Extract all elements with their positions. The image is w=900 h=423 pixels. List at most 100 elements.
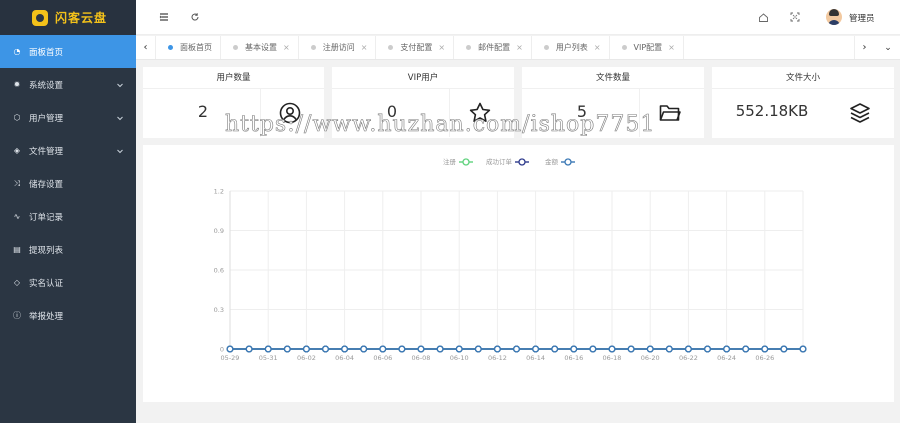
tab-label: 基本设置 (245, 43, 277, 52)
chevron-down-icon (116, 147, 124, 158)
data-point (513, 345, 520, 353)
sidebar-item-label: 储存设置 (29, 179, 64, 190)
sidebar-item[interactable]: ⬡ 用户管理 (0, 101, 136, 134)
menu-toggle-icon[interactable] (158, 11, 170, 23)
data-point (627, 345, 635, 353)
data-point (684, 345, 692, 353)
tab[interactable]: 基本设置 × (221, 36, 299, 59)
admin-name[interactable]: 管理员 (849, 12, 875, 24)
x-tick-label: 06-24 (717, 354, 736, 362)
shield-icon: ◇ (13, 277, 21, 287)
data-point (455, 345, 463, 353)
fullscreen-icon[interactable] (789, 11, 801, 23)
tabs-menu-chevron-down-icon[interactable]: ⌄ (878, 36, 898, 59)
sidebar: 闪客云盘 ◔ 面板首页 ✹ 系统设置 ⬡ 用户管理 ◈ 文件管理 ⤨ 储存设置 ∿ 订单记录 ▤ 提现列表… (0, 0, 136, 423)
data-point (264, 345, 272, 353)
sidebar-item-label: 面板首页 (29, 47, 64, 58)
data-point (283, 345, 291, 353)
line-chart: 05-29 05-31 06-02 06-04 06-06 06-08 06-10 06-12… (214, 157, 807, 362)
chart-panel: 05-29 05-31 06-02 06-04 06-06 06-08 06-10 06-12… (143, 145, 894, 402)
refresh-icon[interactable] (189, 11, 201, 23)
x-tick-label: 06-10 (450, 354, 469, 362)
x-tick-label: 06-26 (755, 354, 774, 362)
data-point (646, 345, 654, 353)
logo-icon (32, 9, 48, 26)
data-point (665, 345, 673, 353)
tabs: 面板首页 基本设置 × 注册访问 × 支付配置 × 邮件配置 × 用户列表 × VIP配置 × (156, 36, 684, 59)
sidebar-item-label: 文件管理 (29, 146, 64, 157)
data-point (245, 345, 253, 353)
data-point (761, 345, 769, 353)
tab-close-icon[interactable]: × (594, 43, 601, 52)
tab[interactable]: 邮件配置 × (454, 36, 532, 59)
stat-title: 用户数量 (143, 67, 324, 89)
tab[interactable]: 支付配置 × (376, 36, 455, 59)
tabs-scroll-right-icon[interactable]: › (854, 36, 874, 59)
sidebar-item-label: 实名认证 (29, 278, 64, 289)
data-point (302, 345, 310, 353)
sidebar-item[interactable]: ◇ 实名认证 (0, 266, 136, 299)
tab-label: 面板首页 (180, 43, 212, 52)
sidebar-item[interactable]: ∿ 订单记录 (0, 200, 136, 233)
chevron-down-icon (116, 81, 124, 92)
data-point (493, 345, 501, 353)
tab[interactable]: VIP配置 × (610, 36, 684, 59)
data-point (417, 345, 425, 353)
x-tick-label: 05-29 (221, 354, 240, 362)
x-tick-label: 06-02 (297, 354, 316, 362)
legend-label: 注册 (443, 157, 457, 166)
data-point (226, 345, 234, 353)
sidebar-nav: ◔ 面板首页 ✹ 系统设置 ⬡ 用户管理 ◈ 文件管理 ⤨ 储存设置 ∿ 订单记录 ▤ 提现列表 ◇ 实名认证… (0, 35, 136, 332)
shuffle-icon: ⤨ (13, 178, 21, 188)
y-tick-label: 0 (220, 346, 224, 354)
data-point (742, 345, 750, 353)
stat-title: VIP用户 (332, 67, 514, 89)
legend-label: 金额 (545, 157, 559, 166)
y-tick-label: 0.3 (214, 306, 224, 314)
legend-marker (564, 158, 572, 166)
data-point (474, 345, 482, 353)
watermark: https://www.huzhan.com/ishop7751 (225, 112, 656, 138)
tab-close-icon[interactable]: × (438, 43, 445, 52)
data-point (551, 345, 559, 353)
data-point (398, 345, 406, 353)
sidebar-item[interactable]: ⤨ 储存设置 (0, 167, 136, 200)
tab-dot-icon (543, 45, 549, 50)
x-tick-label: 06-18 (603, 354, 622, 362)
x-tick-label: 06-16 (564, 354, 583, 362)
x-tick-label: 06-04 (335, 354, 354, 362)
tab-close-icon[interactable]: × (283, 43, 290, 52)
sidebar-item[interactable]: ⓘ 举报处理 (0, 299, 136, 332)
tabs-bar: ‹ 面板首页 基本设置 × 注册访问 × 支付配置 × 邮件配置 × 用户列表 × VIP配置 × › … (136, 36, 900, 60)
avatar[interactable] (826, 9, 842, 25)
sidebar-item[interactable]: ◈ 文件管理 (0, 134, 136, 167)
sidebar-item[interactable]: ◔ 面板首页 (0, 35, 136, 68)
y-tick-label: 0.9 (214, 227, 224, 235)
y-tick-label: 1.2 (214, 188, 224, 196)
gear-icon: ✹ (13, 79, 21, 89)
tab[interactable]: 用户列表 × (532, 36, 610, 59)
data-point (341, 345, 349, 353)
tab-dot-icon (466, 45, 472, 50)
legend-marker (518, 158, 526, 166)
sidebar-item-label: 用户管理 (29, 113, 64, 124)
home-icon[interactable] (757, 11, 769, 23)
stat-card-size: 文件大小 552.18KB (712, 67, 894, 138)
tab-label: 支付配置 (400, 43, 433, 52)
tab-close-icon[interactable]: × (668, 43, 675, 52)
logo[interactable]: 闪客云盘 (0, 0, 136, 35)
tab-close-icon[interactable]: × (516, 43, 523, 52)
sidebar-item[interactable]: ▤ 提现列表 (0, 233, 136, 266)
tab[interactable]: 面板首页 (156, 36, 221, 59)
tab-label: 注册访问 (322, 43, 355, 52)
tab-close-icon[interactable]: × (361, 43, 368, 52)
sidebar-item-label: 订单记录 (29, 212, 64, 223)
document-icon: ▤ (13, 244, 21, 254)
tabs-scroll-left-icon[interactable]: ‹ (136, 36, 156, 59)
x-tick-label: 05-31 (259, 354, 278, 362)
stack-icon (850, 103, 870, 123)
data-point (532, 345, 540, 353)
stat-title: 文件大小 (712, 67, 894, 89)
sidebar-item[interactable]: ✹ 系统设置 (0, 68, 136, 101)
tab[interactable]: 注册访问 × (299, 36, 377, 59)
